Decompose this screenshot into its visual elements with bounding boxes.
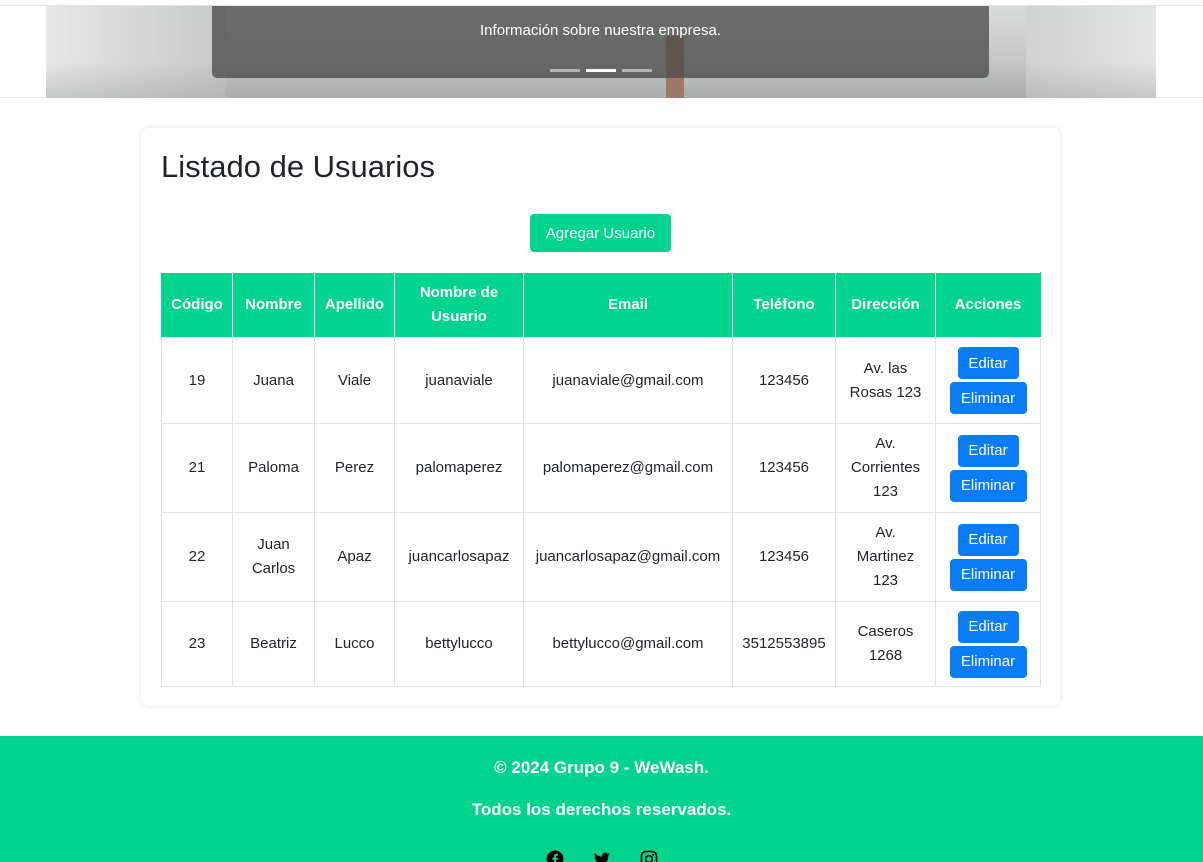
users-card: Listado de Usuarios Agregar Usuario Códi… xyxy=(141,128,1060,706)
cell-apellido: Lucco xyxy=(314,601,395,687)
carousel: Información sobre nuestra empresa. xyxy=(0,0,1203,98)
cell-direccion: Av. Corrientes 123 xyxy=(835,423,936,513)
table-row: 22 Juan Carlos Apaz juancarlosapaz juanc… xyxy=(161,512,1041,602)
header-email: Email xyxy=(523,272,733,338)
header-nombre: Nombre xyxy=(232,272,315,338)
cell-direccion: Av. las Rosas 123 xyxy=(835,337,936,424)
cell-email: juancarlosapaz@gmail.com xyxy=(523,512,733,602)
cell-nombre: Beatriz xyxy=(232,601,315,687)
cell-apellido: Perez xyxy=(314,423,395,513)
cell-acciones: Editar Eliminar xyxy=(935,601,1041,687)
instagram-icon[interactable] xyxy=(640,850,658,862)
carousel-indicators xyxy=(212,69,989,72)
header-acciones: Acciones xyxy=(935,272,1041,338)
carousel-caption-text: Información sobre nuestra empresa. xyxy=(480,22,721,39)
table-header-row: Código Nombre Apellido Nombre de Usuario… xyxy=(161,272,1041,338)
social-links xyxy=(0,850,1203,862)
delete-button[interactable]: Eliminar xyxy=(949,558,1027,591)
delete-button[interactable]: Eliminar xyxy=(949,382,1027,414)
cell-usuario: bettylucco xyxy=(394,601,524,687)
cell-telefono: 3512553895 xyxy=(732,601,836,687)
header-apellido: Apellido xyxy=(314,272,395,338)
delete-button[interactable]: Eliminar xyxy=(949,645,1027,678)
table-row: 21 Paloma Perez palomaperez palomaperez@… xyxy=(161,423,1041,513)
header-telefono: Teléfono xyxy=(732,272,836,338)
table-row: 23 Beatriz Lucco bettylucco bettylucco@g… xyxy=(161,601,1041,687)
header-codigo: Código xyxy=(161,272,233,338)
cell-telefono: 123456 xyxy=(732,512,836,602)
cell-usuario: juancarlosapaz xyxy=(394,512,524,602)
cell-telefono: 123456 xyxy=(732,423,836,513)
delete-button[interactable]: Eliminar xyxy=(949,469,1027,502)
edit-button[interactable]: Editar xyxy=(957,523,1019,556)
users-table: Código Nombre Apellido Nombre de Usuario… xyxy=(161,272,1041,687)
cell-email: palomaperez@gmail.com xyxy=(523,423,733,513)
edit-button[interactable]: Editar xyxy=(957,434,1019,467)
cell-nombre: Juana xyxy=(232,337,315,424)
cell-acciones: Editar Eliminar xyxy=(935,512,1041,602)
twitter-icon[interactable] xyxy=(593,850,611,862)
cell-codigo: 23 xyxy=(161,601,233,687)
cell-acciones: Editar Eliminar xyxy=(935,337,1041,424)
cell-email: bettylucco@gmail.com xyxy=(523,601,733,687)
cell-usuario: palomaperez xyxy=(394,423,524,513)
page-title: Listado de Usuarios xyxy=(161,149,435,184)
cell-apellido: Apaz xyxy=(314,512,395,602)
footer-copyright: © 2024 Grupo 9 - WeWash. xyxy=(494,758,709,777)
cell-nombre: Paloma xyxy=(232,423,315,513)
carousel-indicator-3[interactable] xyxy=(621,69,652,72)
edit-button[interactable]: Editar xyxy=(957,610,1019,643)
cell-acciones: Editar Eliminar xyxy=(935,423,1041,513)
table-row: 19 Juana Viale juanaviale juanaviale@gma… xyxy=(161,337,1041,424)
carousel-indicator-2[interactable] xyxy=(585,69,616,72)
cell-direccion: Caseros 1268 xyxy=(835,601,936,687)
footer: © 2024 Grupo 9 - WeWash. Todos los derec… xyxy=(0,736,1203,862)
header-direccion: Dirección xyxy=(835,272,936,338)
carousel-caption: Información sobre nuestra empresa. xyxy=(212,6,989,78)
edit-button[interactable]: Editar xyxy=(957,347,1019,379)
cell-usuario: juanaviale xyxy=(394,337,524,424)
cell-nombre: Juan Carlos xyxy=(232,512,315,602)
facebook-icon[interactable] xyxy=(546,850,564,862)
cell-codigo: 19 xyxy=(161,337,233,424)
cell-email: juanaviale@gmail.com xyxy=(523,337,733,424)
cell-telefono: 123456 xyxy=(732,337,836,424)
carousel-indicator-1[interactable] xyxy=(549,69,580,72)
cell-direccion: Av. Martinez 123 xyxy=(835,512,936,602)
cell-apellido: Viale xyxy=(314,337,395,424)
cell-codigo: 22 xyxy=(161,512,233,602)
cell-codigo: 21 xyxy=(161,423,233,513)
add-user-button[interactable]: Agregar Usuario xyxy=(530,214,671,252)
header-nombre-usuario: Nombre de Usuario xyxy=(394,272,524,338)
footer-rights: Todos los derechos reservados. xyxy=(471,800,732,819)
